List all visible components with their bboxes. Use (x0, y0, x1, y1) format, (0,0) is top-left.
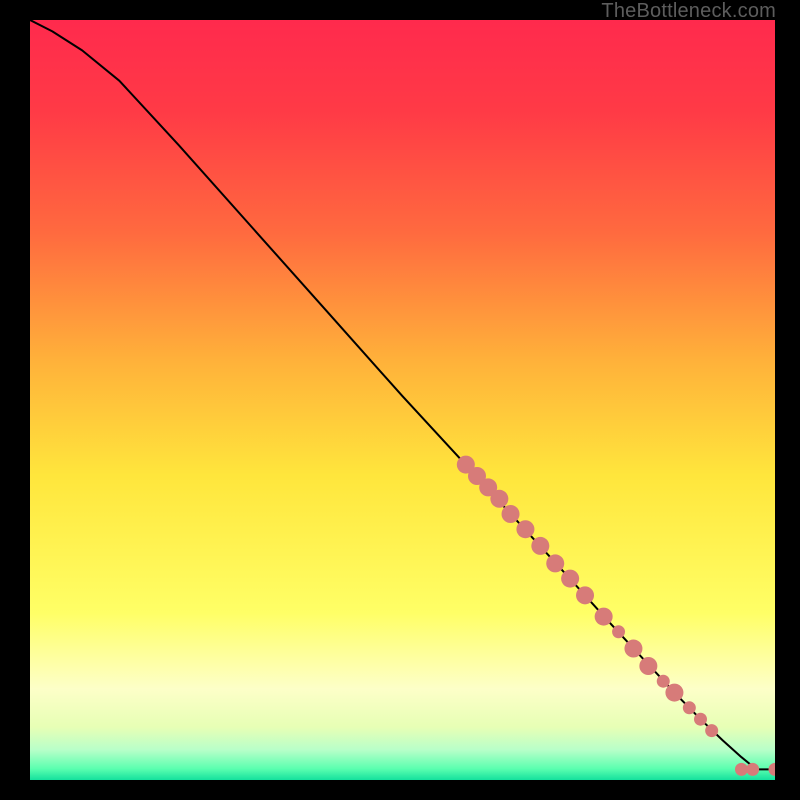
data-point (516, 520, 534, 538)
data-point (639, 657, 657, 675)
data-point (705, 724, 718, 737)
data-point (665, 684, 683, 702)
data-point (657, 675, 670, 688)
data-point (531, 537, 549, 555)
data-point (683, 701, 696, 714)
data-point (624, 640, 642, 658)
data-point (502, 505, 520, 523)
chart-stage: TheBottleneck.com (0, 0, 800, 800)
data-point (576, 586, 594, 604)
data-point (735, 763, 748, 776)
chart-background (30, 20, 775, 780)
chart-plot-area (30, 20, 775, 780)
data-point (694, 713, 707, 726)
data-point (561, 570, 579, 588)
data-point (612, 625, 625, 638)
data-point (490, 490, 508, 508)
data-point (746, 763, 759, 776)
data-point (546, 554, 564, 572)
chart-svg (30, 20, 775, 780)
data-point (595, 608, 613, 626)
